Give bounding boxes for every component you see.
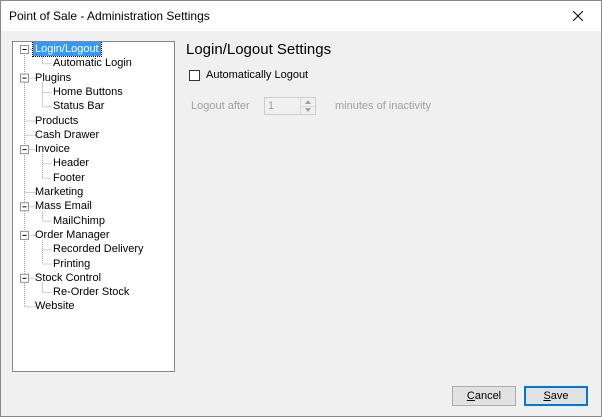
settings-window: Point of Sale - Administration Settings … bbox=[0, 0, 602, 417]
tree-item-plugins[interactable]: Plugins bbox=[33, 71, 73, 85]
tree-item-mailchimp[interactable]: MailChimp bbox=[51, 214, 107, 228]
tree-item-footer[interactable]: Footer bbox=[51, 171, 87, 185]
minutes-label: minutes of inactivity bbox=[335, 100, 431, 112]
cancel-button[interactable]: Cancel bbox=[452, 386, 516, 406]
window-title: Point of Sale - Administration Settings bbox=[9, 9, 210, 23]
tree-item-website[interactable]: Website bbox=[33, 299, 77, 313]
tree-expander-minus-icon[interactable] bbox=[20, 202, 29, 212]
logout-minutes-stepper[interactable]: 1 bbox=[264, 97, 316, 115]
auto-logout-checkbox[interactable] bbox=[189, 70, 200, 81]
tree-item-re-order-stock[interactable]: Re-Order Stock bbox=[51, 285, 131, 299]
page-title: Login/Logout Settings bbox=[186, 41, 332, 58]
tree-expander-minus-icon[interactable] bbox=[20, 45, 29, 54]
spin-down-arrow-icon bbox=[305, 108, 311, 112]
save-button[interactable]: Save bbox=[524, 386, 588, 406]
tree-item-status-bar[interactable]: Status Bar bbox=[51, 99, 106, 113]
cancel-button-label: Cancel bbox=[466, 390, 502, 402]
close-button[interactable] bbox=[555, 1, 601, 31]
spin-down-button[interactable] bbox=[301, 106, 315, 114]
tree-item-recorded-delivery[interactable]: Recorded Delivery bbox=[51, 242, 145, 256]
tree-expander-minus-icon[interactable] bbox=[20, 145, 29, 155]
stepper-buttons bbox=[300, 98, 315, 114]
settings-tree[interactable]: Login/Logout Automatic Login Plugins Home B… bbox=[12, 41, 175, 372]
tree-expander-minus-icon[interactable] bbox=[20, 73, 29, 83]
tree-item-products[interactable]: Products bbox=[33, 114, 80, 128]
tree-item-home-buttons[interactable]: Home Buttons bbox=[51, 85, 125, 99]
tree-item-mass-email[interactable]: Mass Email bbox=[33, 199, 94, 213]
title-bar: Point of Sale - Administration Settings bbox=[1, 1, 601, 31]
tree-item-invoice[interactable]: Invoice bbox=[33, 142, 72, 156]
auto-logout-label[interactable]: Automatically Logout bbox=[206, 69, 308, 81]
tree-item-stock-control[interactable]: Stock Control bbox=[33, 271, 103, 285]
close-icon bbox=[573, 11, 583, 21]
tree-expander-minus-icon[interactable] bbox=[20, 230, 29, 240]
tree-item-printing[interactable]: Printing bbox=[51, 257, 92, 271]
tree-item-order-manager[interactable]: Order Manager bbox=[33, 228, 112, 242]
logout-minutes-value[interactable]: 1 bbox=[268, 100, 274, 112]
save-button-label: Save bbox=[543, 390, 569, 402]
tree-item-cash-drawer[interactable]: Cash Drawer bbox=[33, 128, 101, 142]
tree-expander-minus-icon[interactable] bbox=[20, 273, 29, 283]
tree-item-marketing[interactable]: Marketing bbox=[33, 185, 85, 199]
tree-item-login-logout[interactable]: Login/Logout bbox=[32, 42, 102, 57]
tree-item-automatic-login[interactable]: Automatic Login bbox=[51, 56, 134, 70]
logout-after-label: Logout after bbox=[191, 100, 250, 112]
spin-up-arrow-icon bbox=[305, 100, 311, 104]
tree-item-header[interactable]: Header bbox=[51, 156, 91, 170]
